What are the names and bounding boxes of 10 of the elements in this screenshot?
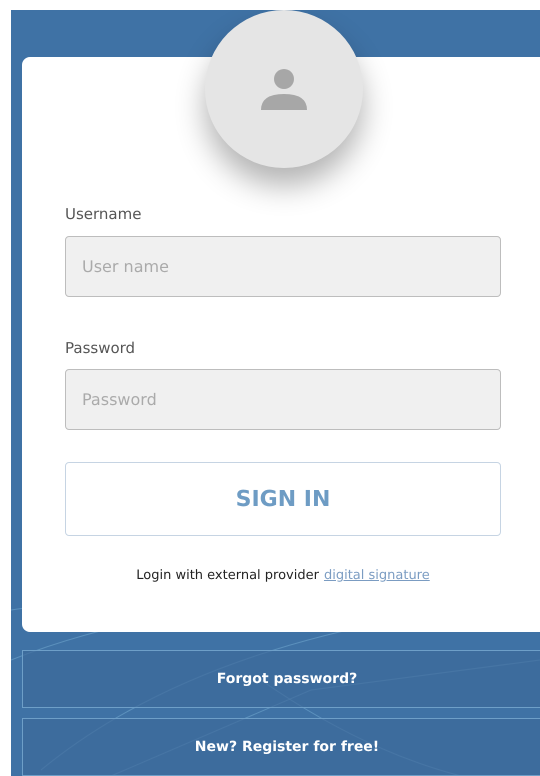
forgot-password-button[interactable]: Forgot password? bbox=[22, 650, 540, 708]
sign-in-button[interactable]: SIGN IN bbox=[65, 462, 501, 536]
input-field[interactable]: User name bbox=[65, 236, 501, 296]
register-button[interactable]: New? Register for free! bbox=[22, 718, 540, 776]
field-label: Username bbox=[65, 204, 142, 225]
field-label: Password bbox=[65, 338, 136, 358]
user-icon bbox=[260, 68, 308, 110]
digital-signature-link[interactable]: digital signature bbox=[324, 566, 430, 586]
input-field[interactable]: Password bbox=[65, 369, 501, 430]
external-login-text: Login with external provider bbox=[136, 567, 319, 585]
